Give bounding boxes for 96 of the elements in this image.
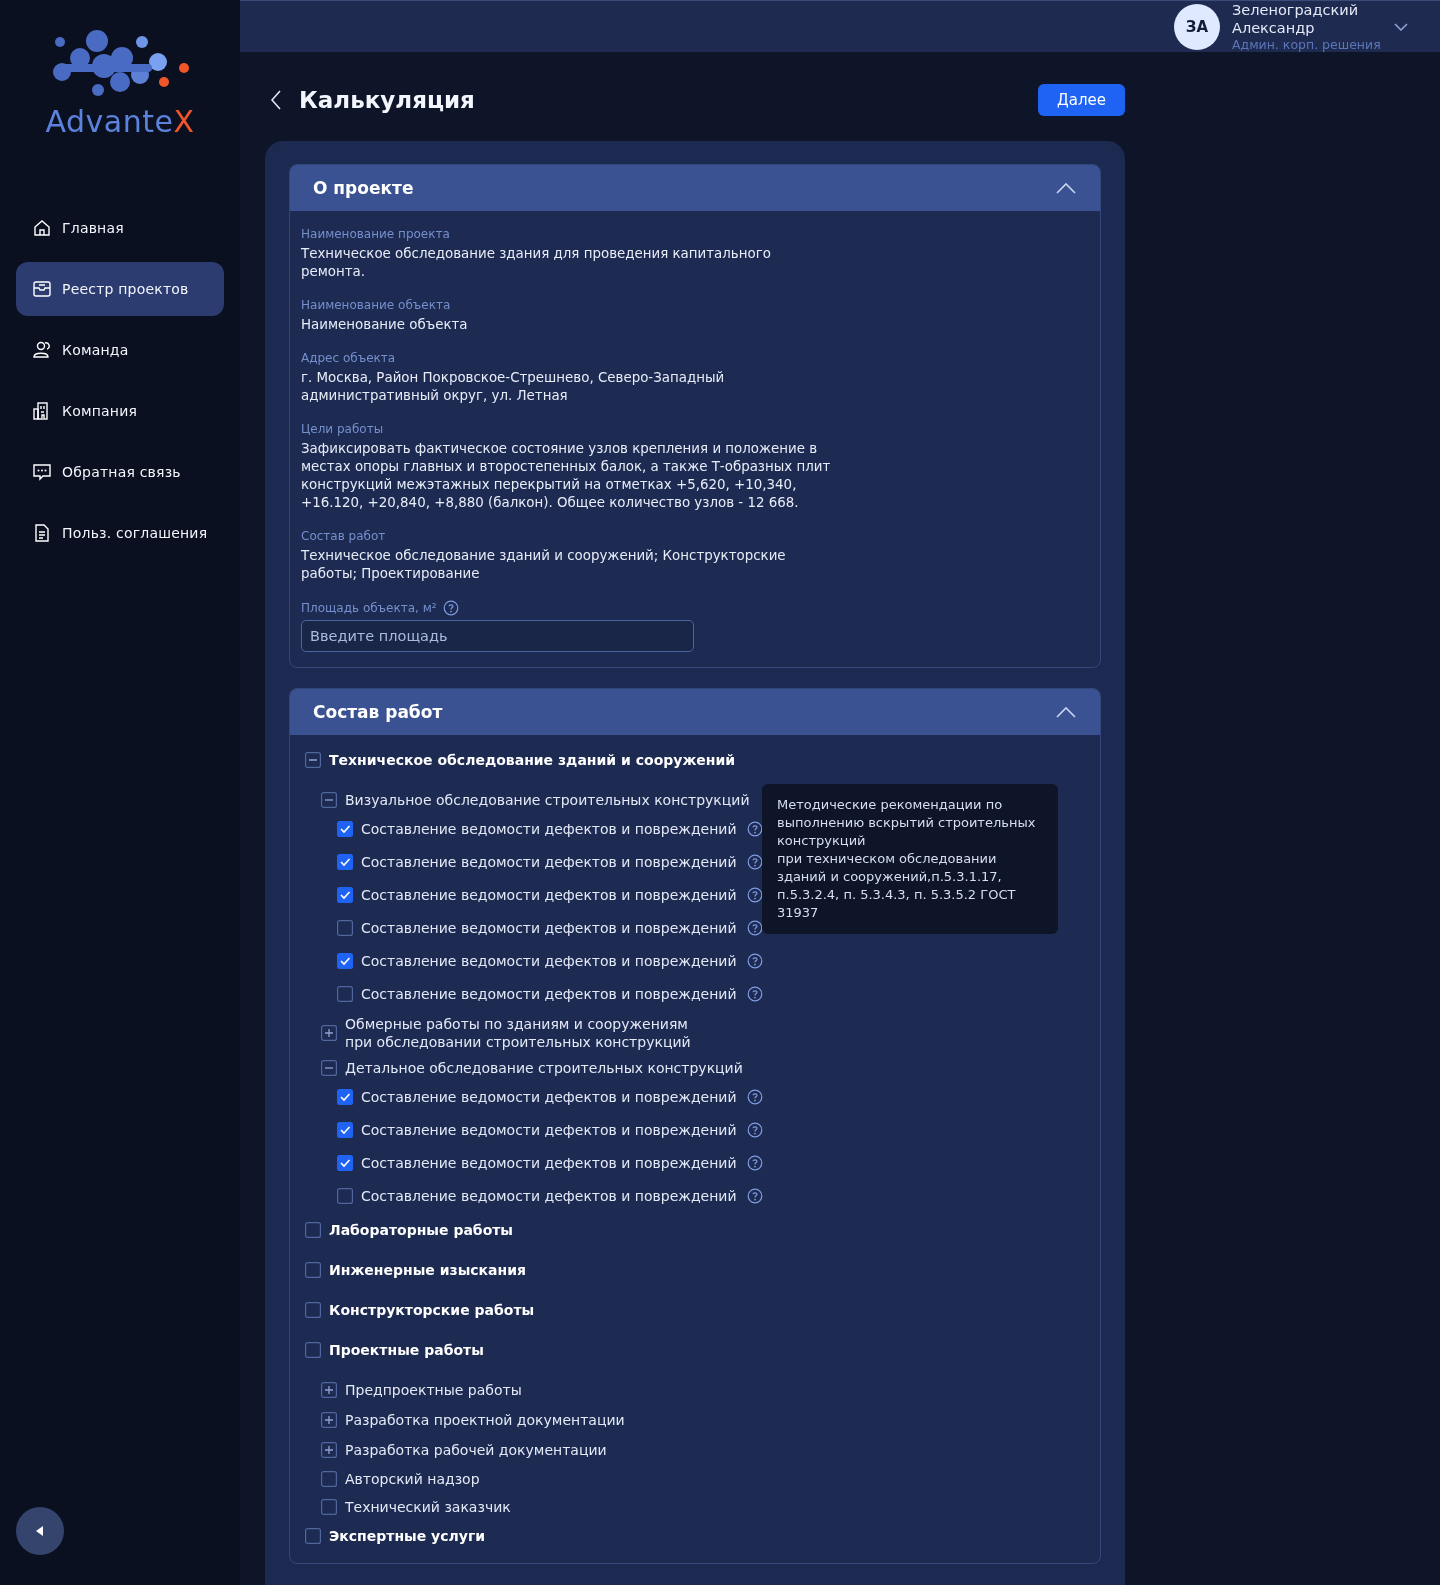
chevron-down-icon[interactable] bbox=[1394, 22, 1408, 31]
nav-item[interactable]: Команда bbox=[16, 323, 224, 377]
help-icon[interactable] bbox=[746, 953, 763, 969]
tree-item-label[interactable]: Экспертные услуги bbox=[329, 1528, 485, 1544]
tree-item-label[interactable]: Составление ведомости дефектов и повреждений bbox=[361, 887, 737, 903]
tree-item-label[interactable]: Детальное обследование строительных конструкций bbox=[345, 1059, 743, 1077]
help-icon[interactable] bbox=[442, 600, 459, 616]
checkbox[interactable] bbox=[337, 920, 353, 936]
inbox-icon bbox=[32, 279, 52, 299]
checkbox[interactable] bbox=[337, 953, 353, 969]
checkbox[interactable] bbox=[337, 1122, 353, 1138]
help-icon[interactable] bbox=[746, 887, 763, 903]
chevron-up-icon[interactable] bbox=[1056, 182, 1076, 194]
tree-item-label[interactable]: Разработка рабочей документации bbox=[345, 1441, 607, 1459]
field-label: Наименование объекта bbox=[301, 298, 452, 312]
help-icon[interactable] bbox=[746, 821, 763, 837]
field-label: Площадь объекта, м² bbox=[301, 601, 437, 615]
checkbox[interactable] bbox=[337, 1155, 353, 1171]
tree-item-label[interactable]: Составление ведомости дефектов и повреждений bbox=[361, 1122, 737, 1138]
nav-item[interactable]: Обратная связь bbox=[16, 445, 224, 499]
tree-item-label[interactable]: Авторский надзор bbox=[345, 1470, 480, 1488]
checkbox[interactable] bbox=[305, 1302, 321, 1318]
help-icon[interactable] bbox=[746, 1089, 763, 1105]
collapse-icon[interactable] bbox=[321, 1060, 337, 1076]
tree-item-label[interactable]: Составление ведомости дефектов и повреждений bbox=[361, 986, 737, 1002]
document-icon bbox=[32, 523, 52, 543]
tree-item-label[interactable]: Техническое обследование зданий и сооружений bbox=[329, 752, 736, 768]
user-role: Админ. корп. решения bbox=[1232, 37, 1382, 52]
next-button[interactable]: Далее bbox=[1038, 84, 1125, 116]
section-title: Состав работ bbox=[313, 702, 443, 722]
tree-item-label[interactable]: Инженерные изыскания bbox=[329, 1262, 527, 1278]
tree-item-label[interactable]: Проектные работы bbox=[329, 1342, 484, 1358]
users-icon bbox=[32, 340, 52, 360]
tree-item-label[interactable]: Составление ведомости дефектов и повреждений bbox=[361, 854, 737, 870]
tree-item-label[interactable]: Обмерные работы по зданиям и сооружениям при обследовании строительных конструкций bbox=[345, 1015, 691, 1051]
field-label: Состав работ bbox=[301, 529, 387, 543]
help-icon[interactable] bbox=[746, 1155, 763, 1171]
checkbox[interactable] bbox=[337, 986, 353, 1002]
help-icon[interactable] bbox=[746, 1188, 763, 1204]
field-label: Наименование проекта bbox=[301, 227, 451, 241]
help-icon[interactable] bbox=[746, 1122, 763, 1138]
checkbox[interactable] bbox=[337, 1188, 353, 1204]
nav-item[interactable]: Реестр проектов bbox=[16, 262, 224, 316]
tree-item-label[interactable]: Составление ведомости дефектов и повреждений bbox=[361, 1155, 737, 1171]
field-label: Адрес объекта bbox=[301, 351, 397, 365]
collapse-icon[interactable] bbox=[321, 792, 337, 808]
tree-item-label[interactable]: Составление ведомости дефектов и повреждений bbox=[361, 1089, 737, 1105]
checkbox[interactable] bbox=[337, 1089, 353, 1105]
help-icon[interactable] bbox=[746, 920, 763, 936]
checkbox[interactable] bbox=[337, 887, 353, 903]
field-value: г. Москва, Район Покровское-Стрешнево, Северо-Западный административный округ, ул. Летная bbox=[301, 369, 726, 405]
tree-item-label[interactable]: Лабораторные работы bbox=[329, 1222, 514, 1238]
checkbox[interactable] bbox=[321, 1499, 337, 1515]
checkbox[interactable] bbox=[305, 1262, 321, 1278]
tree-item-label[interactable]: Составление ведомости дефектов и повреждений bbox=[361, 920, 737, 936]
expand-icon[interactable] bbox=[321, 1025, 337, 1041]
back-icon[interactable] bbox=[271, 90, 281, 110]
chat-icon bbox=[32, 462, 52, 482]
checkbox[interactable] bbox=[321, 1471, 337, 1487]
checkbox[interactable] bbox=[305, 1342, 321, 1358]
field-value: Зафиксировать фактическое состояние узлов крепления и положение в местах опоры главных и второстепенных балок, а также Т-образных плит конструкций межэтажных перекрытий на отметках +5,620, +10,340, +16.120, +20,840, +8,880 (балкон). Общее количество узлов - 12 668. bbox=[301, 440, 832, 512]
area-field[interactable]: Введите площадь bbox=[301, 620, 694, 652]
checkbox[interactable] bbox=[305, 1528, 321, 1544]
home-icon bbox=[32, 218, 52, 238]
checkbox[interactable] bbox=[337, 821, 353, 837]
user-avatar[interactable]: ЗА bbox=[1174, 3, 1220, 50]
logo-text: AdvanteX bbox=[45, 104, 195, 139]
collapse-icon[interactable] bbox=[305, 752, 321, 768]
tree-item-label[interactable]: Разработка проектной документации bbox=[345, 1411, 625, 1429]
caret-left-icon bbox=[36, 1526, 44, 1536]
tree-item-label[interactable]: Составление ведомости дефектов и повреждений bbox=[361, 821, 737, 837]
checkbox[interactable] bbox=[305, 1222, 321, 1238]
expand-icon[interactable] bbox=[321, 1382, 337, 1398]
tree-item-label[interactable]: Составление ведомости дефектов и повреждений bbox=[361, 1188, 737, 1204]
expand-icon[interactable] bbox=[321, 1412, 337, 1428]
nav-item[interactable]: Главная bbox=[16, 201, 224, 255]
nav-item[interactable]: Компания bbox=[16, 384, 224, 438]
tree-item-label[interactable]: Технический заказчик bbox=[345, 1498, 511, 1516]
page-title: Калькуляция bbox=[299, 87, 475, 113]
tooltip: Методические рекомендации по выполнению вскрытий строительных конструкций при техническом обследовании зданий и сооружений,п.5.3.1.17, п.5.3.2.4, п. 5.3.4.3, п. 5.3.5.2 ГОСТ 31937 bbox=[762, 784, 1058, 934]
user-name: Зеленоградский Александр bbox=[1232, 1, 1360, 37]
tree-item-label[interactable]: Конструкторские работы bbox=[329, 1302, 535, 1318]
help-icon[interactable] bbox=[746, 854, 763, 870]
section-title: О проекте bbox=[313, 178, 414, 198]
field-value: Техническое обследование здания для проведения капитального ремонта. bbox=[301, 245, 772, 281]
nav-item[interactable]: Польз. соглашения bbox=[16, 506, 224, 560]
tree-item-label[interactable]: Составление ведомости дефектов и повреждений bbox=[361, 953, 737, 969]
field-value: Техническое обследование зданий и сооружений; Конструкторские работы; Проектирование bbox=[301, 547, 787, 583]
checkbox[interactable] bbox=[337, 854, 353, 870]
chevron-up-icon[interactable] bbox=[1056, 706, 1076, 718]
field-label: Цели работы bbox=[301, 422, 385, 436]
field-value: Наименование объекта bbox=[301, 316, 469, 334]
help-icon[interactable] bbox=[746, 986, 763, 1002]
tree-item-label[interactable]: Визуальное обследование строительных конструкций bbox=[345, 791, 750, 809]
expand-icon[interactable] bbox=[321, 1442, 337, 1458]
tree-item-label[interactable]: Предпроектные работы bbox=[345, 1381, 522, 1399]
